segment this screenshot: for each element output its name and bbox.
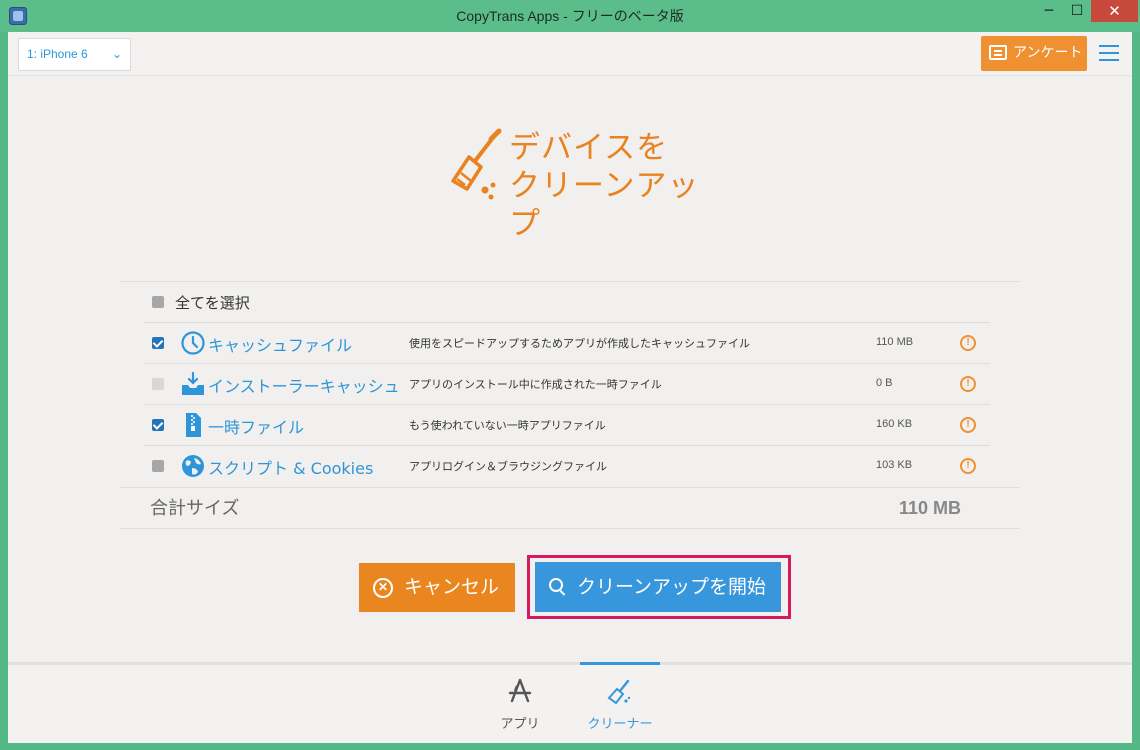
cache-files-checkbox[interactable] [152, 337, 164, 349]
clock-icon [181, 331, 205, 355]
select-all-checkbox[interactable] [152, 296, 164, 308]
header-bar: 1: iPhone 6 ⌄ アンケート [8, 32, 1132, 76]
info-icon[interactable]: ! [960, 335, 976, 351]
scripts-cookies-checkbox[interactable] [152, 460, 164, 472]
cache-files-desc: 使用をスピードアップするためアプリが作成したキャッシュファイル [409, 337, 750, 350]
select-all-row[interactable]: 全てを選択 [120, 281, 1020, 323]
close-circle-icon: ✕ [373, 578, 393, 598]
temp-files-checkbox[interactable] [152, 419, 164, 431]
list-item-installer-cache[interactable]: インストーラーキャッシュ アプリのインストール中に作成された一時ファイル 0 B… [144, 363, 990, 404]
total-size-value: 110 MB [899, 498, 962, 518]
survey-button-label: アンケート [1013, 45, 1083, 61]
device-dropdown[interactable]: 1: iPhone 6 ⌄ [18, 38, 131, 71]
hero-heading: デバイスを クリーンアップ [445, 127, 705, 242]
cancel-button[interactable]: ✕ キャンセル [359, 563, 515, 612]
info-icon[interactable]: ! [960, 458, 976, 474]
installer-cache-name: インストーラーキャッシュ [208, 377, 400, 396]
maximize-button[interactable]: ☐ [1063, 0, 1091, 22]
installer-cache-size: 0 B [876, 377, 893, 389]
zip-file-icon [186, 413, 201, 437]
cache-files-name: キャッシュファイル [208, 336, 353, 355]
cancel-button-label: キャンセル [404, 576, 500, 598]
list-item-cache-files[interactable]: キャッシュファイル 使用をスピードアップするためアプリが作成したキャッシュファイ… [144, 322, 990, 363]
minimize-button[interactable]: ─ [1035, 0, 1063, 22]
scripts-cookies-size: 103 KB [876, 459, 913, 471]
globe-icon [182, 455, 204, 477]
hero-title: デバイスを クリーンアップ [509, 129, 705, 243]
installer-cache-checkbox[interactable] [152, 378, 164, 390]
list-item-scripts-cookies[interactable]: スクリプト & Cookies アプリログイン＆ブラウジングファイル 103 K… [144, 445, 990, 486]
list-item-temp-files[interactable]: 一時ファイル もう使われていない一時アプリファイル 160 KB ! [144, 404, 990, 445]
start-cleanup-button[interactable]: クリーンアップを開始 [535, 562, 781, 612]
tab-apps[interactable]: アプリ [480, 665, 560, 743]
search-icon [549, 578, 563, 592]
window-title: CopyTrans Apps - フリーのベータ版 [456, 8, 684, 24]
total-size-label: 合計サイズ [150, 498, 240, 519]
start-cleanup-button-label: クリーンアップを開始 [577, 576, 767, 598]
broom-icon [451, 128, 502, 200]
tab-cleaner[interactable]: クリーナー [580, 662, 660, 740]
temp-files-name: 一時ファイル [208, 418, 305, 437]
inbox-icon [182, 371, 204, 395]
temp-files-desc: もう使われていない一時アプリファイル [409, 419, 606, 432]
total-size-row: 合計サイズ 110 MB [120, 487, 1020, 529]
hero-title-line1: デバイスを [509, 130, 669, 166]
broom-icon [607, 679, 631, 705]
info-icon[interactable]: ! [960, 417, 976, 433]
main-content: 1: iPhone 6 ⌄ アンケート デバイスを クリーンアップ 全てを選択 … [8, 32, 1132, 743]
tab-apps-label: アプリ [500, 717, 540, 732]
select-all-label: 全てを選択 [175, 294, 250, 312]
temp-files-size: 160 KB [876, 418, 913, 430]
scripts-cookies-name: スクリプト & Cookies [208, 459, 374, 478]
app-window: CopyTrans Apps - フリーのベータ版 ─ ☐ ✕ 1: iPhon… [0, 0, 1140, 750]
close-button[interactable]: ✕ [1091, 0, 1138, 22]
chevron-down-icon: ⌄ [111, 47, 122, 61]
app-store-icon [508, 678, 532, 703]
device-dropdown-value: 1: iPhone 6 [27, 47, 88, 61]
title-bar[interactable]: CopyTrans Apps - フリーのベータ版 ─ ☐ ✕ [0, 0, 1140, 32]
tab-cleaner-label: クリーナー [587, 717, 653, 732]
installer-cache-desc: アプリのインストール中に作成された一時ファイル [409, 378, 662, 391]
cache-files-size: 110 MB [876, 336, 914, 348]
chat-icon [989, 45, 1007, 60]
hamburger-menu-icon[interactable] [1099, 45, 1119, 61]
bottom-nav: アプリ クリーナー [8, 662, 1132, 743]
survey-button[interactable]: アンケート [981, 36, 1087, 71]
scripts-cookies-desc: アプリログイン＆ブラウジングファイル [409, 460, 607, 473]
info-icon[interactable]: ! [960, 376, 976, 392]
hero-title-line2: クリーンアップ [509, 168, 700, 242]
